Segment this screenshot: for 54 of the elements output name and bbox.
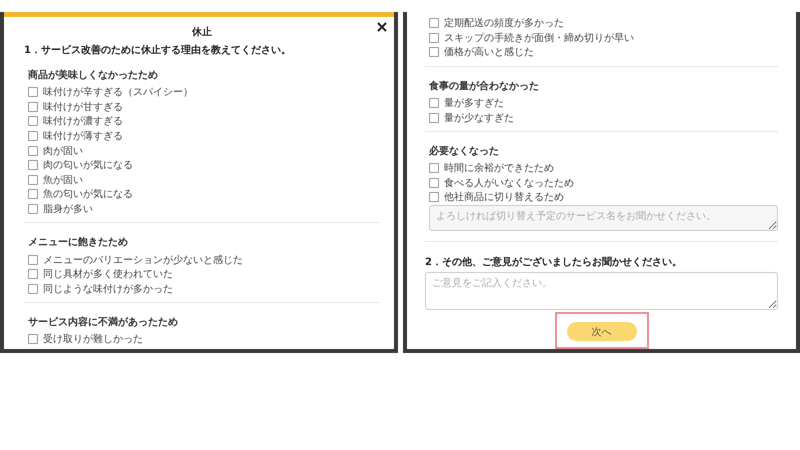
checkbox[interactable] [28, 146, 38, 156]
option-label: 量が多すぎた [444, 97, 504, 110]
option-label: スキップの手続きが面倒・締め切りが早い [444, 32, 634, 45]
checkbox[interactable] [28, 189, 38, 200]
checkbox[interactable] [28, 269, 38, 280]
checkbox[interactable] [28, 204, 38, 214]
checkbox[interactable] [28, 131, 38, 142]
option-label: 味付けが薄すぎる [43, 130, 123, 144]
option-label: 味付けが甘すぎる [43, 100, 123, 114]
comment-field[interactable]: ご意見をご記入ください。 [425, 272, 778, 310]
option-label: 味付けが辛すぎる（スパイシー） [43, 86, 193, 100]
checkbox[interactable] [28, 87, 38, 98]
section-heading: サービス内容に不満があったため [28, 315, 179, 330]
option-label: 定期配送の頻度が多かった [444, 16, 564, 30]
section-heading: 必要なくなった [429, 144, 500, 158]
option-label: 食べる人がいなくなったため [444, 176, 574, 190]
service-name-field[interactable]: よろしければ切り替え予定のサービス名をお聞かせください。 [429, 204, 778, 231]
checkbox[interactable] [28, 174, 38, 185]
checkbox[interactable] [28, 334, 38, 344]
checkbox[interactable] [28, 160, 38, 170]
question-text: 2．その他、ご意見がございましたらお聞かせください。 [425, 256, 683, 269]
option-label: 量が少なすぎた [444, 112, 514, 125]
option-label: 肉が固い [43, 144, 83, 158]
option-label: 同じ具材が多く使われていた [43, 268, 173, 282]
section-heading: メニューに飽きたため [28, 236, 129, 250]
checkbox[interactable] [429, 163, 439, 174]
checkbox[interactable] [429, 18, 439, 28]
option-label: 他社商品に切り替えるため [444, 190, 564, 204]
section-heading: 食事の量が合わなかった [429, 80, 540, 93]
option-label: 魚が固い [43, 174, 83, 187]
option-label: 味付けが濃すぎる [43, 114, 123, 128]
checkbox[interactable] [429, 47, 439, 58]
checkbox[interactable] [429, 192, 439, 202]
modal-title: 休止 [190, 26, 213, 39]
checkbox[interactable] [28, 116, 38, 126]
question-text: 1．サービス改善のために休止する理由を教えてください。 [24, 43, 292, 57]
option-label: 同じような味付けが多かった [43, 282, 173, 296]
next-button[interactable]: 次へ [566, 322, 636, 341]
checkbox[interactable] [28, 284, 38, 294]
checkbox[interactable] [429, 98, 439, 108]
checkbox[interactable] [429, 178, 439, 188]
option-label: 脂身が多い [43, 202, 93, 216]
section-heading: 商品が美味しくなかったため [28, 68, 159, 82]
checkbox[interactable] [28, 102, 38, 112]
checkbox[interactable] [429, 112, 439, 123]
option-label: メニューのバリエーションが少ないと感じた [43, 254, 243, 267]
checkbox[interactable] [429, 32, 439, 43]
option-label: 時間に余裕ができたため [444, 162, 554, 176]
option-label: 価格が高いと感じた [444, 46, 534, 60]
option-label: 受け取りが難しかった [43, 332, 143, 346]
option-label: 魚の匂いが気になる [43, 188, 133, 202]
checkbox[interactable] [28, 254, 38, 265]
close-icon[interactable] [376, 21, 388, 33]
option-label: 肉の匂いが気になる [43, 159, 133, 172]
